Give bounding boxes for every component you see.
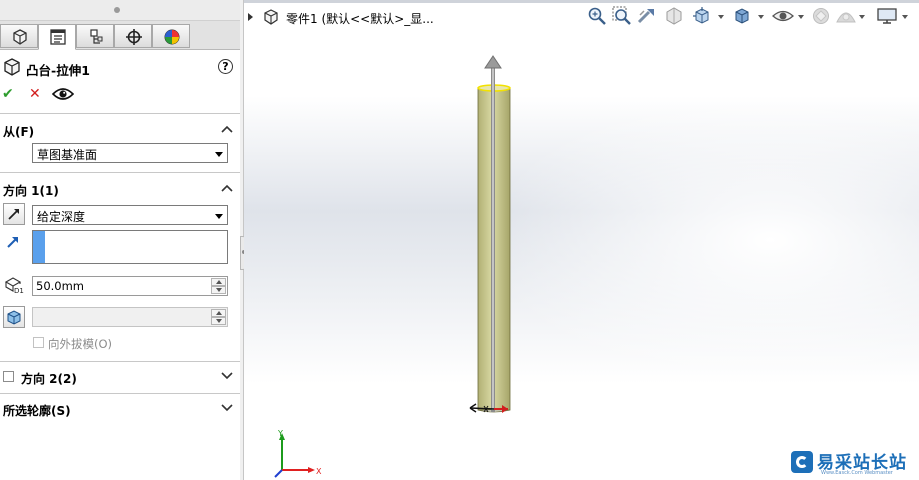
depth-value: 50.0mm (36, 279, 85, 293)
panel-grip[interactable] (0, 0, 240, 21)
dropdown-arrow-icon (215, 152, 223, 157)
draft-angle-input[interactable] (32, 307, 228, 327)
separator (0, 361, 240, 362)
preview-eye-icon[interactable] (52, 87, 74, 101)
direction2-section-header[interactable]: 方向 2(2) (18, 368, 240, 386)
draft-outward-checkbox[interactable] (33, 337, 44, 348)
cancel-button[interactable]: ✕ (29, 86, 41, 102)
display-manager-icon (164, 29, 180, 45)
previous-view-icon[interactable] (637, 6, 657, 26)
dimxpert-icon (126, 29, 142, 45)
triad-y-label: Y (277, 429, 283, 438)
configuration-manager-icon (90, 29, 103, 44)
section-view-icon[interactable] (664, 6, 684, 26)
apply-scene-dropdown-icon[interactable] (859, 15, 865, 19)
chevron-up-icon[interactable] (221, 125, 233, 133)
draft-toggle-button[interactable] (3, 306, 25, 328)
part-name: 零件1 (默认<<默认>_显... (286, 12, 434, 26)
depth-spinner[interactable] (211, 278, 226, 294)
expand-arrow-icon[interactable] (248, 13, 253, 21)
property-manager-panel: 凸台-拉伸1 ? ✔ ✕ 从(F) 草图基准面 方向 1(1) 给定深度 D1 … (0, 0, 241, 480)
triad-x-label: X (316, 467, 322, 476)
display-style-dropdown-icon[interactable] (758, 15, 764, 19)
apply-scene-icon[interactable] (835, 6, 857, 26)
site-watermark: 易采站长站 Www.Easck.Com Webmaster (787, 446, 919, 480)
chevron-up-icon[interactable] (221, 184, 233, 192)
draft-outward-label: 向外拔模(O) (48, 337, 113, 351)
hide-show-icon[interactable] (772, 6, 794, 26)
view-orientation-dropdown-icon[interactable] (718, 15, 724, 19)
direction-selection-box[interactable] (32, 230, 228, 264)
tab-display-manager[interactable] (152, 24, 190, 48)
graphics-viewport[interactable]: 零件1 (默认<<默认>_显... Y X 易采站长站 Www.Easck.Co… (244, 0, 919, 480)
confirm-row: ✔ ✕ (2, 86, 102, 104)
selected-contours-label: 所选轮廓(S) (3, 404, 71, 418)
depth-dimension-icon: D1 (4, 277, 24, 294)
reverse-direction-button[interactable] (3, 203, 25, 225)
tab-configuration-manager[interactable] (76, 24, 114, 48)
dropdown-arrow-icon (215, 214, 223, 219)
separator (0, 393, 240, 394)
depth-input[interactable]: 50.0mm (32, 276, 228, 296)
end-condition-value: 给定深度 (37, 210, 86, 224)
edit-appearance-icon[interactable] (811, 6, 831, 26)
direction2-checkbox[interactable] (3, 371, 14, 382)
feature-title-row: 凸台-拉伸1 ? (4, 58, 238, 78)
help-icon[interactable]: ? (218, 59, 233, 74)
start-condition-select[interactable]: 草图基准面 (32, 143, 228, 163)
direction2-section-label: 方向 2(2) (21, 372, 77, 386)
hide-show-dropdown-icon[interactable] (798, 15, 804, 19)
watermark-logo-icon (791, 451, 813, 473)
draft-angle-spinner[interactable] (211, 309, 226, 325)
ok-button[interactable]: ✔ (2, 86, 14, 102)
tab-feature-manager[interactable] (0, 24, 38, 48)
draft-icon (7, 310, 21, 325)
part-icon (264, 9, 278, 25)
reference-triad[interactable]: Y X (274, 428, 324, 478)
selected-contours-section-header[interactable]: 所选轮廓(S) (0, 400, 240, 418)
grip-dot (114, 7, 120, 13)
selection-focus-bar (33, 231, 45, 263)
start-condition-value: 草图基准面 (37, 148, 98, 162)
separator (0, 172, 240, 173)
zoom-to-fit-icon[interactable] (587, 6, 607, 26)
direction1-section-header[interactable]: 方向 1(1) (0, 180, 240, 198)
view-settings-icon[interactable] (876, 6, 898, 26)
end-condition-select[interactable]: 给定深度 (32, 205, 228, 225)
property-manager-icon (50, 29, 66, 45)
separator (0, 113, 240, 114)
svg-text:D1: D1 (14, 287, 24, 294)
direction-vector-icon (7, 237, 18, 248)
chevron-down-icon[interactable] (221, 372, 233, 380)
watermark-subtext: Www.Easck.Com Webmaster (821, 470, 893, 476)
feature-manager-icon (13, 29, 27, 45)
tab-property-manager[interactable] (38, 24, 76, 50)
direction1-section-label: 方向 1(1) (3, 184, 59, 198)
extrude-preview-body[interactable] (444, 52, 554, 424)
reverse-direction-icon (8, 209, 19, 220)
from-section-header[interactable]: 从(F) (0, 121, 240, 139)
tab-dimxpert-manager[interactable] (114, 24, 152, 48)
viewport-top-border (244, 0, 919, 3)
view-orientation-icon[interactable] (692, 6, 712, 26)
manager-tabs (0, 21, 240, 50)
view-settings-dropdown-icon[interactable] (902, 15, 908, 19)
zoom-area-icon[interactable] (612, 6, 632, 26)
flyout-feature-tree[interactable]: 零件1 (默认<<默认>_显... (248, 8, 514, 28)
chevron-down-icon[interactable] (221, 404, 233, 412)
from-section-label: 从(F) (3, 125, 35, 139)
display-style-icon[interactable] (732, 6, 752, 26)
extrude-boss-icon (4, 58, 20, 76)
feature-title: 凸台-拉伸1 (26, 63, 90, 78)
